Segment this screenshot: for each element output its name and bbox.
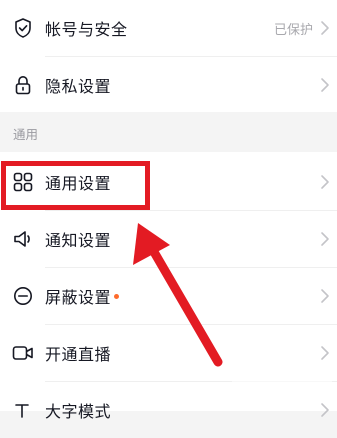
privacy-settings-row[interactable]: 隐私设置 <box>0 57 337 113</box>
text-size-icon <box>12 399 34 421</box>
speaker-icon <box>12 228 34 250</box>
minus-circle-icon <box>12 285 34 307</box>
section-header-general: 通用 <box>0 112 337 152</box>
start-live-label: 开通直播 <box>45 345 112 364</box>
chevron-right-icon <box>321 175 329 189</box>
account-security-status: 已保护 <box>273 22 313 38</box>
chevron-right-icon <box>321 232 329 246</box>
highlight-box <box>1 161 150 210</box>
section-title: 通用 <box>13 127 39 142</box>
block-settings-row[interactable]: 屏蔽设置 <box>0 268 337 324</box>
account-security-row[interactable]: 帐号与安全 已保护 <box>0 0 337 56</box>
account-security-label: 帐号与安全 <box>45 20 128 39</box>
new-badge-dot <box>114 294 119 299</box>
chevron-right-icon <box>321 403 329 417</box>
chevron-right-icon <box>321 78 329 92</box>
block-settings-label: 屏蔽设置 <box>45 288 112 307</box>
account-group: 帐号与安全 已保护 隐私设置 <box>0 0 337 112</box>
watermark <box>232 370 332 394</box>
chevron-right-icon <box>321 21 329 35</box>
large-font-label: 大字模式 <box>45 402 112 421</box>
lock-icon <box>12 74 34 96</box>
shield-check-icon <box>12 17 34 39</box>
chevron-right-icon <box>321 346 329 360</box>
video-camera-icon <box>12 342 34 364</box>
notification-settings-label: 通知设置 <box>45 231 112 250</box>
chevron-right-icon <box>321 289 329 303</box>
notification-settings-row[interactable]: 通知设置 <box>0 211 337 267</box>
privacy-settings-label: 隐私设置 <box>45 77 112 96</box>
